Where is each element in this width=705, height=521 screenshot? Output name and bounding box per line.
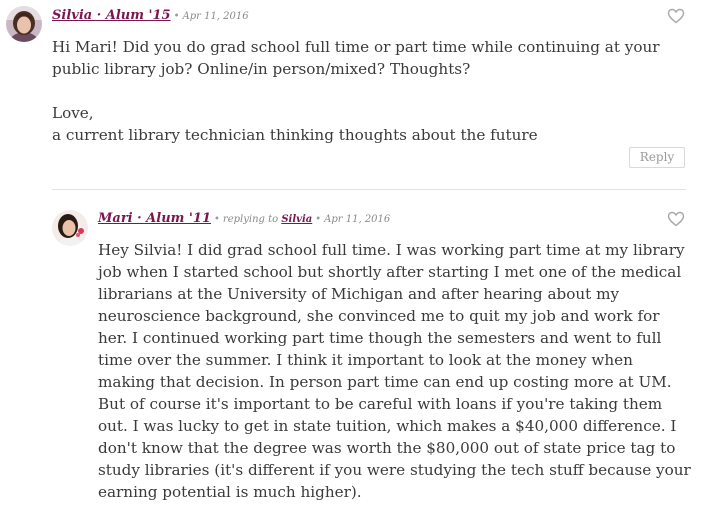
replying-to-link[interactable]: Silvia: [281, 214, 312, 225]
comment-paragraph: Hi Mari! Did you do grad school full tim…: [52, 38, 660, 78]
like-heart-icon[interactable]: [667, 211, 685, 227]
comment-silvia: Silvia · Alum '15 • Apr 11, 2016 Hi Mari! …: [0, 0, 705, 180]
avatar[interactable]: [6, 6, 42, 42]
avatar[interactable]: [52, 210, 88, 246]
comment-body: Hey Silvia! I did grad school full time.…: [98, 239, 692, 503]
comment-date: Apr 11, 2016: [324, 214, 391, 225]
author-name[interactable]: Mari · Alum '11: [98, 211, 211, 226]
comment-paragraph: a current library technician thinking th…: [52, 126, 538, 144]
comment-date: Apr 11, 2016: [182, 11, 249, 22]
comment-paragraph: Hey Silvia! I did grad school full time.…: [98, 241, 691, 501]
like-heart-icon[interactable]: [667, 8, 685, 24]
comment-meta: Silvia · Alum '15 • Apr 11, 2016: [52, 8, 249, 23]
avatar-photo: [52, 210, 88, 246]
comment-paragraph: Love,: [52, 104, 94, 122]
avatar-photo: [6, 6, 42, 42]
reply-button[interactable]: Reply: [629, 147, 685, 168]
meta-separator: •: [315, 214, 322, 225]
comment-mari: Mari · Alum '11 • replying to Silvia • Apr 1…: [0, 200, 705, 521]
meta-separator: •: [214, 214, 220, 225]
comment-divider: [52, 189, 686, 190]
author-name[interactable]: Silvia · Alum '15: [52, 8, 171, 23]
comment-meta: Mari · Alum '11 • replying to Silvia • Apr 1…: [98, 211, 390, 226]
meta-separator: •: [173, 11, 180, 22]
replying-to-label: replying to: [222, 214, 279, 225]
comment-body: Hi Mari! Did you do grad school full tim…: [52, 36, 692, 146]
